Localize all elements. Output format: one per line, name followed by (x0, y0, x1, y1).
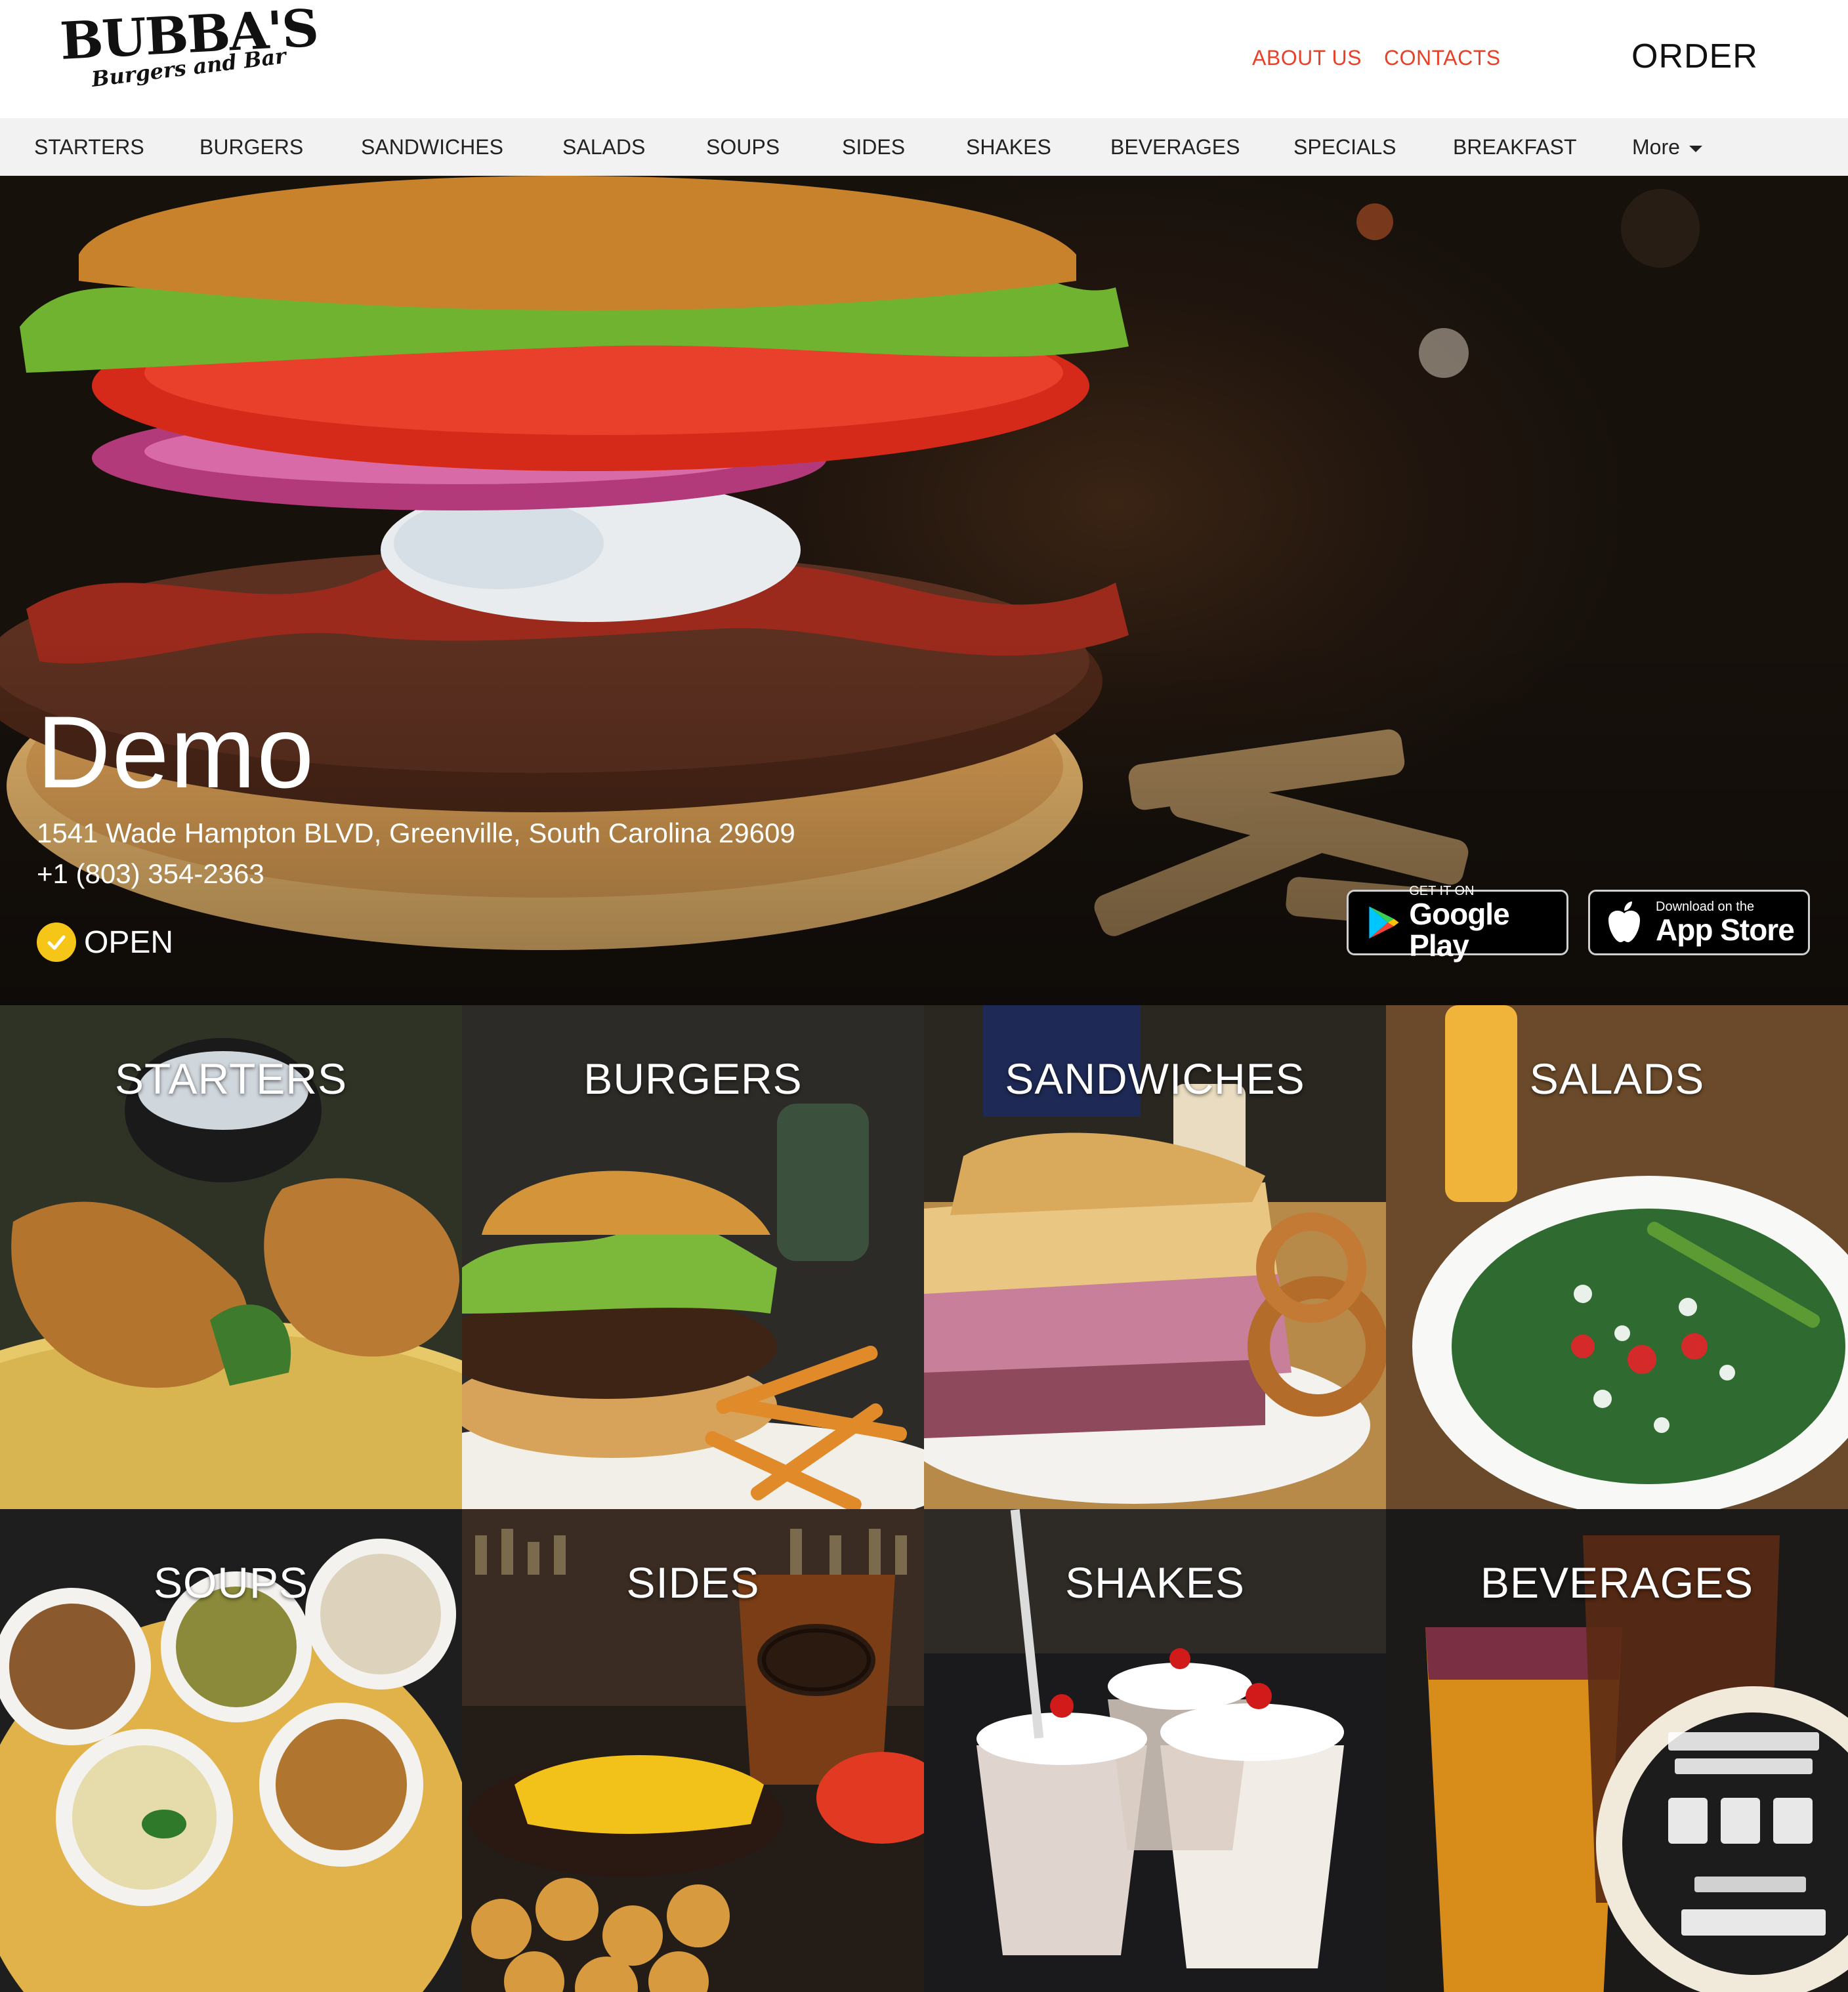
tile-label: BEVERAGES (1480, 1558, 1754, 1607)
order-button[interactable]: ORDER (1631, 37, 1758, 76)
category-tile-beverages[interactable]: BEVERAGES (1386, 1509, 1848, 1992)
nav-item-breakfast[interactable]: BREAKFAST (1453, 135, 1577, 159)
nav-item-soups[interactable]: SOUPS (706, 135, 780, 159)
tile-label: BURGERS (583, 1054, 803, 1103)
open-status: OPEN (37, 923, 173, 962)
restaurant-address: 1541 Wade Hampton BLVD, Greenville, Sout… (37, 818, 795, 848)
category-tile-sandwiches[interactable]: SANDWICHES (924, 1005, 1386, 1509)
nav-item-specials[interactable]: SPECIALS (1293, 135, 1396, 159)
contacts-link[interactable]: CONTACTS (1384, 46, 1501, 70)
nav-more-dropdown[interactable]: More (1632, 135, 1702, 159)
nav-item-salads[interactable]: SALADS (562, 135, 645, 159)
nav-item-sandwiches[interactable]: SANDWICHES (361, 135, 503, 159)
tile-label: SOUPS (153, 1558, 309, 1607)
site-header: BUBBA'S Burgers and Bar ABOUT US CONTACT… (0, 0, 1848, 118)
app-store-big-text: App Store (1656, 913, 1795, 947)
nav-item-starters[interactable]: STARTERS (34, 135, 144, 159)
nav-item-beverages[interactable]: BEVERAGES (1110, 135, 1240, 159)
google-play-big-text: Google Play (1409, 897, 1509, 963)
category-tile-sides[interactable]: SIDES (462, 1509, 924, 1992)
top-links: ABOUT US CONTACTS (1252, 46, 1501, 70)
app-store-badge[interactable]: Download on the App Store (1588, 890, 1810, 955)
tile-label: SALADS (1529, 1054, 1705, 1103)
tile-label: STARTERS (115, 1054, 347, 1103)
category-tile-shakes[interactable]: SHAKES (924, 1509, 1386, 1992)
hero-banner: Demo 1541 Wade Hampton BLVD, Greenville,… (0, 176, 1848, 1005)
status-label: OPEN (84, 924, 174, 960)
tile-label: SHAKES (1065, 1558, 1245, 1607)
google-play-badge[interactable]: GET IT ON Google Play (1347, 884, 1568, 961)
tile-label: SANDWICHES (1005, 1054, 1305, 1103)
check-circle-icon (37, 923, 76, 962)
category-tile-soups[interactable]: SOUPS (0, 1509, 462, 1992)
restaurant-title: Demo (37, 695, 316, 810)
nav-item-sides[interactable]: SIDES (842, 135, 905, 159)
hero-overlay (0, 176, 1848, 1005)
category-tile-starters[interactable]: STARTERS (0, 1005, 462, 1509)
nav-more-label: More (1632, 135, 1680, 159)
apple-icon (1608, 902, 1640, 942)
google-play-small-text: GET IT ON (1409, 884, 1475, 898)
restaurant-phone[interactable]: +1 (803) 354-2363 (37, 858, 264, 890)
app-store-small-text: Download on the (1656, 900, 1755, 914)
category-tile-salads[interactable]: SALADS (1386, 1005, 1848, 1509)
caret-down-icon (1689, 145, 1702, 152)
tile-label: SIDES (626, 1558, 760, 1607)
google-play-icon (1369, 906, 1399, 939)
nav-item-burgers[interactable]: BURGERS (200, 135, 303, 159)
category-tile-burgers[interactable]: BURGERS (462, 1005, 924, 1509)
brand-logo[interactable]: BUBBA'S Burgers and Bar (58, 0, 319, 110)
nav-item-shakes[interactable]: SHAKES (966, 135, 1051, 159)
category-nav: STARTERS BURGERS SANDWICHES SALADS SOUPS… (0, 118, 1848, 176)
about-us-link[interactable]: ABOUT US (1252, 46, 1362, 70)
